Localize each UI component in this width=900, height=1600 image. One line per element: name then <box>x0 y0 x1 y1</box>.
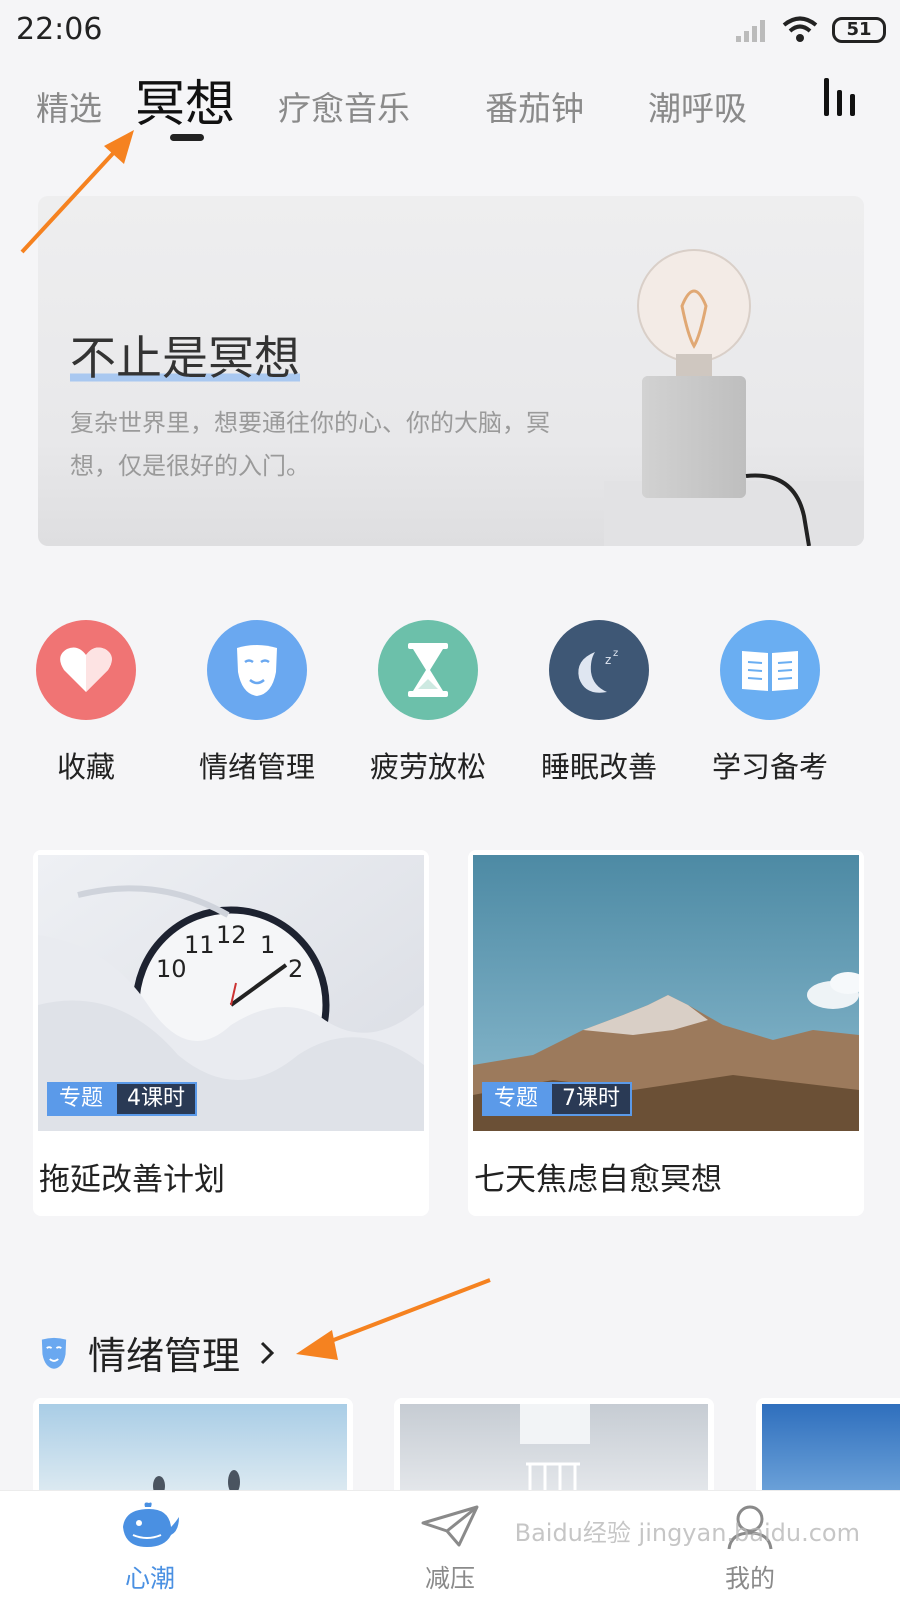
preview-image-blue <box>762 1404 900 1490</box>
banner-title: 不止是冥想 <box>70 322 300 388</box>
nav-xinchao[interactable]: 心潮 <box>80 1501 220 1595</box>
course-card-procrastination[interactable]: 12 1 2 11 10 专题 4课时 拖延改善计划 <box>33 850 429 1216</box>
paper-plane-icon <box>421 1505 479 1547</box>
top-tab-bar: 精选 冥想 疗愈音乐 番茄钟 潮呼吸 <box>0 62 900 142</box>
mask-icon <box>207 620 307 720</box>
section-title: 情绪管理 <box>88 1334 241 1378</box>
tab-breathing[interactable]: 潮呼吸 <box>648 82 747 130</box>
course-tag: 专题 4课时 <box>47 1082 198 1116</box>
course-card-anxiety[interactable]: 专题 7课时 七天焦虑自愈冥想 <box>468 850 864 1216</box>
category-row: 收藏 情绪管理 疲劳放松 zz 睡眠改善 学习备考 <box>0 620 900 790</box>
lesson-count-badge: 7课时 <box>550 1082 633 1116</box>
wifi-icon <box>782 16 818 42</box>
course-type-badge: 专题 <box>482 1082 551 1116</box>
active-tab-indicator <box>170 134 204 141</box>
sound-bars-icon[interactable] <box>820 78 860 118</box>
course-tag: 专题 7课时 <box>482 1082 633 1116</box>
category-label: 学习备考 <box>711 750 828 784</box>
tab-meditation[interactable]: 冥想 <box>135 64 235 136</box>
course-title: 七天焦虑自愈冥想 <box>474 1162 722 1198</box>
svg-text:z: z <box>613 648 618 659</box>
emotion-course-preview[interactable] <box>756 1398 900 1490</box>
course-title: 拖延改善计划 <box>39 1162 225 1198</box>
svg-text:11: 11 <box>184 931 215 959</box>
category-study[interactable]: 学习备考 <box>690 620 850 786</box>
mask-icon <box>41 1337 67 1369</box>
svg-text:z: z <box>605 653 611 667</box>
category-label: 收藏 <box>56 750 115 784</box>
tab-pomodoro[interactable]: 番茄钟 <box>485 82 584 130</box>
nav-label: 减压 <box>424 1564 475 1593</box>
lesson-count-badge: 4课时 <box>115 1082 198 1116</box>
emotion-course-preview[interactable] <box>33 1398 353 1490</box>
emotion-course-preview[interactable] <box>394 1398 714 1490</box>
category-favorites[interactable]: 收藏 <box>6 620 166 786</box>
preview-image-room <box>400 1404 708 1490</box>
svg-text:12: 12 <box>216 921 247 949</box>
section-header-emotion[interactable]: 情绪管理 <box>40 1325 276 1380</box>
svg-text:10: 10 <box>156 955 187 983</box>
nav-label: 心潮 <box>124 1564 175 1593</box>
hero-banner[interactable]: 不止是冥想 复杂世界里，想要通往你的心、你的大脑，冥想，仅是很好的入门。 <box>38 196 864 546</box>
light-bulb-illustration <box>604 249 864 546</box>
signal-icon <box>736 20 765 42</box>
hourglass-icon <box>378 620 478 720</box>
category-label: 睡眠改善 <box>540 750 657 784</box>
bottom-navigation: 心潮 减压 我的 Baidu经验 jingyan.baidu.com <box>0 1490 900 1600</box>
status-time: 22:06 <box>16 12 103 47</box>
status-bar: 22:06 51 <box>0 0 900 62</box>
svg-text:1: 1 <box>260 931 275 959</box>
watermark: Baidu经验 jingyan.baidu.com <box>514 1519 860 1547</box>
whale-icon <box>123 1502 179 1547</box>
banner-description: 复杂世界里，想要通往你的心、你的大脑，冥想，仅是很好的入门。 <box>70 409 550 480</box>
tab-healing-music[interactable]: 疗愈音乐 <box>278 82 410 130</box>
nav-label: 我的 <box>724 1564 775 1593</box>
category-relax[interactable]: 疲劳放松 <box>348 620 508 786</box>
category-emotion[interactable]: 情绪管理 <box>177 620 337 786</box>
heart-icon <box>36 620 136 720</box>
book-icon <box>720 620 820 720</box>
battery-indicator: 51 <box>832 17 886 43</box>
preview-image-sky <box>39 1404 347 1490</box>
course-type-badge: 专题 <box>47 1082 116 1116</box>
category-sleep[interactable]: zz 睡眠改善 <box>519 620 679 786</box>
category-label: 情绪管理 <box>198 750 315 784</box>
moon-icon: zz <box>549 620 649 720</box>
svg-text:2: 2 <box>288 955 303 983</box>
nav-jianya[interactable]: 减压 <box>380 1501 520 1595</box>
chevron-right-icon[interactable] <box>258 1339 276 1367</box>
status-icons: 51 <box>734 16 886 44</box>
category-label: 疲劳放松 <box>369 750 486 784</box>
tab-featured[interactable]: 精选 <box>36 82 102 130</box>
